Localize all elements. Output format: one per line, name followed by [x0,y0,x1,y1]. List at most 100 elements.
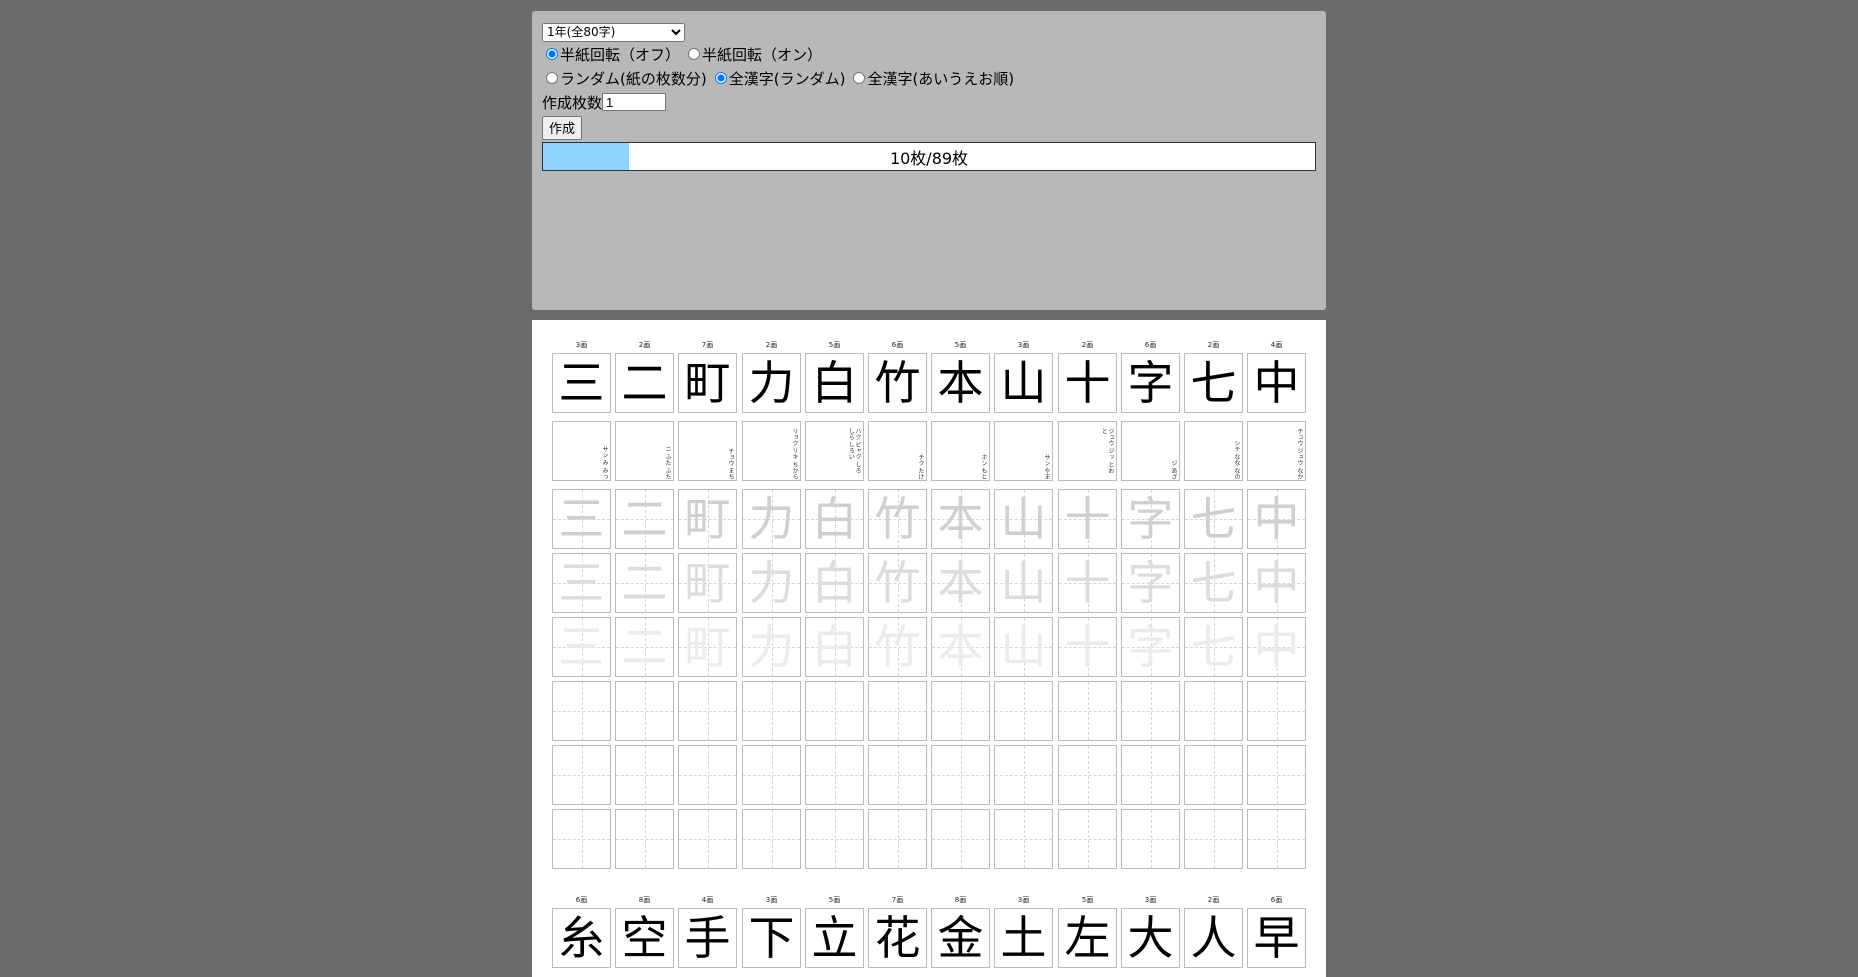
stroke-count: 2画 [765,341,778,349]
stroke-count: 7画 [891,896,904,904]
model-kanji: 下 [748,911,795,965]
writing-box[interactable] [1184,809,1243,869]
writing-box[interactable] [931,745,990,805]
mode-all-random-radio[interactable] [714,72,727,84]
writing-box[interactable] [1121,745,1180,805]
writing-box[interactable] [1121,809,1180,869]
trace-kanji: 十 [1064,620,1111,674]
model-kanji: 三 [558,356,605,410]
trace-box: 白 [805,489,864,549]
writing-box[interactable] [868,681,927,741]
trace-box: 中 [1247,553,1306,613]
model-kanji: 左 [1064,911,1111,965]
writing-box[interactable] [868,809,927,869]
mode-all-random-option[interactable]: 全漢字(ランダム) [711,68,846,89]
writing-box[interactable] [805,809,864,869]
mode-random-sheets-radio[interactable] [546,72,558,84]
trace-box: 力 [742,489,801,549]
trace-kanji: 三 [558,556,605,610]
writing-box[interactable] [1247,681,1306,741]
writing-box[interactable] [615,809,674,869]
model-kanji-box: 立 [805,908,864,968]
mode-all-order-option[interactable]: 全漢字(あいうえお順) [849,68,1014,89]
stroke-count: 4画 [1270,341,1283,349]
stroke-count: 3画 [575,341,588,349]
writing-box[interactable] [742,809,801,869]
model-kanji-box: 中 [1247,353,1306,413]
writing-box[interactable] [1184,745,1243,805]
progress-bar: 10枚/89枚 [542,142,1316,171]
writing-box[interactable] [1121,681,1180,741]
writing-box[interactable] [615,681,674,741]
writing-box[interactable] [678,681,737,741]
mode-all-random-label: 全漢字(ランダム) [728,69,846,88]
stroke-count: 6画 [575,896,588,904]
model-kanji: 竹 [874,356,921,410]
trace-kanji: 竹 [874,556,921,610]
writing-box[interactable] [552,681,611,741]
reading-box: ホン もと [931,421,990,481]
trace-box: 白 [805,617,864,677]
writing-box[interactable] [1058,809,1117,869]
stroke-count: 5画 [1081,896,1094,904]
mode-random-sheets-option[interactable]: ランダム(紙の枚数分) [542,68,707,89]
stroke-count: 2画 [1207,896,1220,904]
writing-box[interactable] [552,809,611,869]
control-panel: 1年(全80字) 半紙回転（オフ） 半紙回転（オン） ランダム(紙の枚数分) 全… [532,11,1326,310]
trace-kanji: 本 [937,556,984,610]
writing-box[interactable] [1184,681,1243,741]
writing-box[interactable] [742,681,801,741]
writing-box[interactable] [994,809,1053,869]
model-kanji-box: 白 [805,353,864,413]
count-input[interactable] [602,93,667,111]
stroke-count: 6画 [1144,341,1157,349]
trace-kanji: 二 [621,556,668,610]
trace-box: 山 [994,617,1053,677]
writing-box[interactable] [1058,681,1117,741]
model-kanji-box: 左 [1058,908,1117,968]
stroke-count: 2画 [638,341,651,349]
writing-box[interactable] [931,681,990,741]
writing-box[interactable] [994,681,1053,741]
writing-box[interactable] [994,745,1053,805]
writing-box[interactable] [1247,745,1306,805]
rotate-off-radio[interactable] [546,48,558,60]
model-kanji-box: 十 [1058,353,1117,413]
make-button[interactable]: 作成 [542,115,583,140]
writing-box[interactable] [805,745,864,805]
trace-kanji: 七 [1190,492,1237,546]
writing-box[interactable] [1058,745,1117,805]
model-kanji: 白 [811,356,858,410]
trace-box: 十 [1058,553,1117,613]
trace-kanji: 山 [1000,620,1047,674]
writing-box[interactable] [678,809,737,869]
writing-box[interactable] [552,745,611,805]
stroke-count: 3画 [1144,896,1157,904]
writing-box[interactable] [868,745,927,805]
mode-all-order-radio[interactable] [853,72,866,84]
writing-box[interactable] [615,745,674,805]
trace-kanji: 町 [684,556,731,610]
trace-kanji: 中 [1253,556,1300,610]
model-kanji: 本 [937,356,984,410]
rotate-off-option[interactable]: 半紙回転（オフ） [542,44,680,65]
rotate-on-radio[interactable] [688,48,701,60]
model-kanji: 七 [1190,356,1237,410]
stroke-count: 2画 [1207,341,1220,349]
trace-kanji: 力 [748,620,795,674]
mode-random-sheets-label: ランダム(紙の枚数分) [560,69,707,88]
writing-box[interactable] [931,809,990,869]
trace-box: 中 [1247,617,1306,677]
writing-box[interactable] [678,745,737,805]
writing-box[interactable] [742,745,801,805]
trace-kanji: 中 [1253,492,1300,546]
stroke-count: 5画 [828,896,841,904]
writing-box[interactable] [805,681,864,741]
stroke-count: 7画 [701,341,714,349]
writing-box[interactable] [1247,809,1306,869]
model-kanji-box: 本 [931,353,990,413]
grade-select[interactable]: 1年(全80字) [542,22,685,42]
model-kanji-box: 人 [1184,908,1243,968]
rotate-on-option[interactable]: 半紙回転（オン） [684,44,822,65]
trace-kanji: 力 [748,556,795,610]
